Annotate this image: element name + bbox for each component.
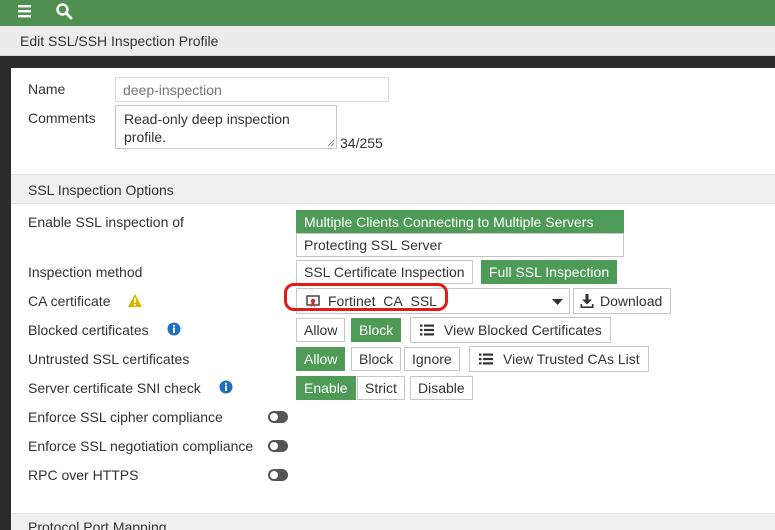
negotiation-compliance-label: Enforce SSL negotiation compliance: [28, 438, 254, 454]
comments-label: Comments: [28, 110, 96, 126]
download-icon: [580, 294, 594, 308]
cipher-compliance-toggle[interactable]: [268, 411, 288, 423]
info-icon[interactable]: [167, 322, 181, 336]
option-protecting-ssl-server[interactable]: Protecting SSL Server: [296, 233, 624, 257]
untrusted-option-allow[interactable]: Allow: [296, 347, 346, 371]
section-title: Protocol Port Mapping: [28, 519, 167, 530]
resize-grip-icon[interactable]: [327, 139, 335, 147]
toggle-knob: [270, 471, 278, 479]
ca-certificate-label: CA certificate: [28, 293, 111, 309]
hamburger-menu-icon[interactable]: [16, 2, 34, 20]
view-trusted-cas-button[interactable]: View Trusted CAs List: [469, 346, 649, 372]
section-title: SSL Inspection Options: [28, 182, 174, 198]
toggle-knob: [270, 442, 278, 450]
protocol-port-mapping-section-header: Protocol Port Mapping: [11, 513, 775, 530]
option-ssl-certificate-inspection[interactable]: SSL Certificate Inspection: [296, 260, 473, 284]
blocked-option-allow[interactable]: Allow: [296, 318, 346, 342]
name-input[interactable]: [115, 77, 389, 102]
comments-char-counter: 34/255: [340, 135, 383, 151]
comments-text: Read-only deep inspection profile.: [124, 111, 290, 145]
cipher-compliance-label: Enforce SSL cipher compliance: [28, 409, 223, 425]
name-label: Name: [28, 81, 66, 97]
sni-option-enable[interactable]: Enable: [296, 376, 356, 400]
option-multiple-clients[interactable]: Multiple Clients Connecting to Multiple …: [296, 210, 624, 234]
sni-option-disable[interactable]: Disable: [410, 376, 473, 400]
warning-icon: [128, 294, 142, 307]
comments-textarea[interactable]: Read-only deep inspection profile.: [115, 105, 337, 149]
untrusted-option-ignore[interactable]: Ignore: [404, 347, 460, 371]
download-button[interactable]: Download: [573, 288, 672, 314]
sni-check-label: Server certificate SNI check: [28, 380, 201, 396]
view-trusted-cas-label: View Trusted CAs List: [503, 351, 640, 367]
info-icon[interactable]: [219, 380, 233, 394]
annotation-highlight: [284, 283, 448, 311]
list-icon: [420, 324, 434, 336]
page-header: Edit SSL/SSH Inspection Profile: [0, 26, 775, 56]
blocked-option-block[interactable]: Block: [351, 318, 402, 342]
toggle-knob: [270, 413, 278, 421]
chevron-down-icon: [552, 299, 563, 305]
blocked-certificates-label: Blocked certificates: [28, 322, 149, 338]
view-blocked-certificates-label: View Blocked Certificates: [444, 322, 602, 338]
sni-option-strict[interactable]: Strict: [357, 376, 405, 400]
ssl-inspection-section-header: SSL Inspection Options: [11, 174, 775, 204]
rpc-over-https-label: RPC over HTTPS: [28, 467, 139, 483]
inspection-method-label: Inspection method: [28, 264, 143, 280]
untrusted-option-block[interactable]: Block: [351, 347, 402, 371]
page-title: Edit SSL/SSH Inspection Profile: [20, 33, 219, 49]
option-full-ssl-inspection[interactable]: Full SSL Inspection: [481, 260, 618, 284]
view-blocked-certificates-button[interactable]: View Blocked Certificates: [410, 317, 611, 343]
search-icon[interactable]: [55, 2, 73, 20]
enable-ssl-label: Enable SSL inspection of: [28, 214, 184, 230]
top-navigation-bar: [0, 0, 775, 26]
untrusted-ssl-label: Untrusted SSL certificates: [28, 351, 190, 367]
list-icon: [479, 353, 493, 365]
rpc-over-https-toggle[interactable]: [268, 469, 288, 481]
negotiation-compliance-toggle[interactable]: [268, 440, 288, 452]
download-label: Download: [600, 293, 663, 309]
